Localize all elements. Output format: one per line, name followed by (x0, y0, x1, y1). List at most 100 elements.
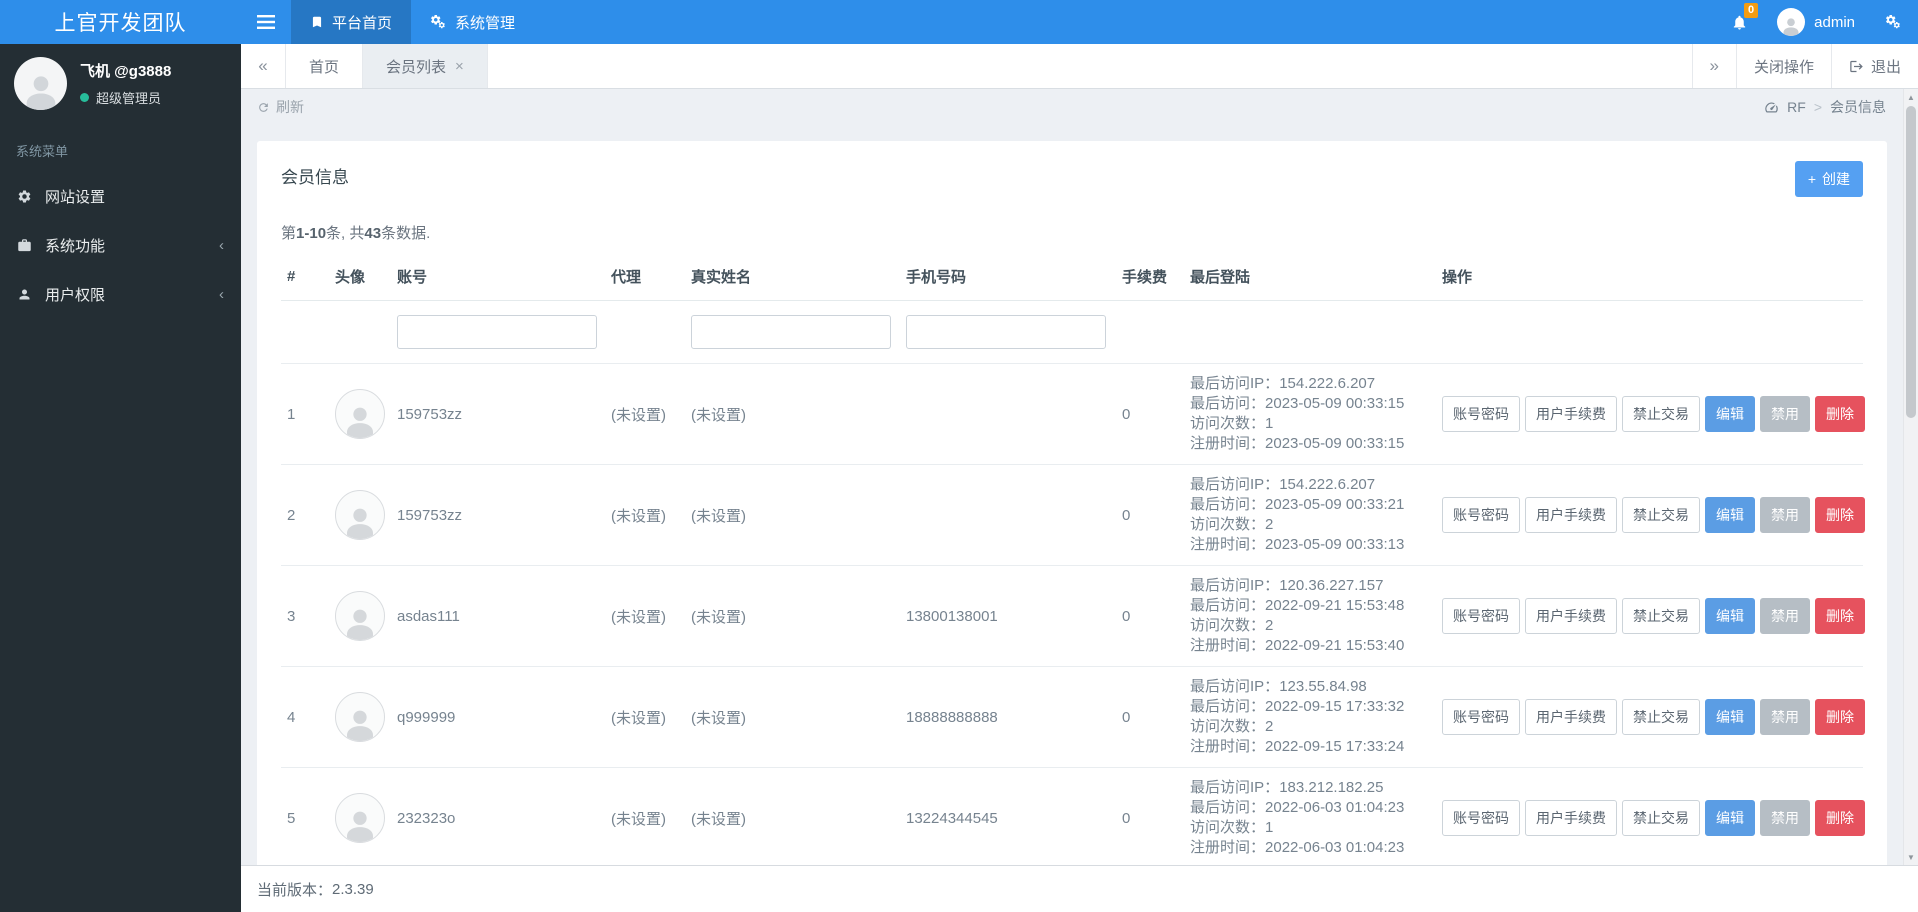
user-fee-button[interactable]: 用户手续费 (1525, 497, 1617, 533)
version-label: 当前版本： (257, 881, 333, 899)
account-password-button[interactable]: 账号密码 (1442, 598, 1520, 634)
sidebar-section-label: 系统菜单 (16, 144, 69, 159)
gears-icon (431, 14, 445, 28)
notification-badge: 0 (1744, 3, 1759, 18)
edit-button[interactable]: 编辑 (1705, 396, 1755, 432)
sidebar-toggle-button[interactable] (241, 0, 291, 44)
table-row: 5 232323o (未设置) (未设置) 13224344545 0 最后访问… (281, 767, 1865, 865)
forbid-trade-button[interactable]: 禁止交易 (1622, 699, 1700, 735)
last-visit-value: 2022-06-03 01:04:23 (1265, 799, 1405, 816)
vertical-scrollbar[interactable]: ▲ ▼ (1903, 89, 1918, 865)
last-visit-value: 2022-09-15 17:33:32 (1265, 698, 1405, 715)
realname-value: (未设置) (691, 810, 746, 828)
account-password-button[interactable]: 账号密码 (1442, 497, 1520, 533)
dashboard-icon (1764, 100, 1779, 115)
sidebar-item-label: 网站设置 (45, 189, 106, 206)
realname-value: (未设置) (691, 406, 746, 424)
brand-logo: 上官开发团队 (54, 12, 187, 35)
registered-value: 2022-09-15 17:33:24 (1265, 738, 1405, 755)
member-table: # 头像 账号 代理 真实姓名 手机号码 手续费 最后登陆 操作 1 15975… (281, 253, 1865, 865)
nav-item-platform-home[interactable]: 平台首页 (291, 0, 412, 44)
edit-button[interactable]: 编辑 (1705, 598, 1755, 634)
forbid-trade-button[interactable]: 禁止交易 (1622, 497, 1700, 533)
forbid-trade-button[interactable]: 禁止交易 (1622, 800, 1700, 836)
sidebar-item-label: 系统功能 (45, 238, 106, 255)
filter-row (281, 300, 1863, 364)
scroll-down-arrow-icon[interactable]: ▼ (1904, 850, 1918, 864)
delete-button[interactable]: 删除 (1815, 699, 1865, 735)
breadcrumb-home[interactable]: RF (1787, 99, 1806, 115)
hamburger-icon (257, 15, 275, 29)
delete-button[interactable]: 删除 (1815, 497, 1865, 533)
sidebar-item-system-functions[interactable]: 系统功能 ‹ (0, 221, 241, 270)
disable-button[interactable]: 禁用 (1760, 598, 1810, 634)
user-fee-button[interactable]: 用户手续费 (1525, 396, 1617, 432)
registered-value: 2023-05-09 00:33:15 (1265, 435, 1405, 452)
edit-button[interactable]: 编辑 (1705, 699, 1755, 735)
close-icon[interactable]: × (455, 58, 464, 75)
logout-button[interactable]: 退出 (1830, 44, 1918, 88)
visits-value: 1 (1265, 819, 1274, 836)
tab-home[interactable]: 首页 (286, 44, 364, 88)
disable-button[interactable]: 禁用 (1760, 699, 1810, 735)
nav-item-system-management[interactable]: 系统管理 (411, 0, 534, 44)
table-row: 2 159753zz (未设置) (未设置) 0 最后访问IP：154.222.… (281, 464, 1865, 566)
agent-value: (未设置) (611, 608, 666, 626)
tabs-scroll-right-button[interactable]: » (1691, 44, 1736, 88)
agent-value: (未设置) (611, 507, 666, 525)
last-visit-value: 2023-05-09 00:33:15 (1265, 395, 1405, 412)
sidebar-item-user-permissions[interactable]: 用户权限 ‹ (0, 270, 241, 319)
account-filter-input[interactable] (397, 315, 597, 349)
close-operations-button[interactable]: 关闭操作 (1735, 44, 1831, 88)
fee-value: 0 (1122, 405, 1131, 423)
create-button[interactable]: + 创建 (1794, 161, 1863, 197)
disable-button[interactable]: 禁用 (1760, 396, 1810, 432)
forbid-trade-button[interactable]: 禁止交易 (1622, 598, 1700, 634)
realname-filter-input[interactable] (691, 315, 891, 349)
table-row: 4 q999999 (未设置) (未设置) 18888888888 0 最后访问… (281, 666, 1865, 768)
close-operations-label: 关闭操作 (1753, 58, 1814, 76)
delete-button[interactable]: 删除 (1815, 598, 1865, 634)
edit-button[interactable]: 编辑 (1705, 800, 1755, 836)
sidebar-user-name: 飞机 @g3888 (80, 63, 172, 80)
refresh-label: 刷新 (276, 99, 304, 115)
sidebar-item-site-settings[interactable]: 网站设置 (0, 172, 241, 221)
last-login-cell: 最后访问IP：154.222.6.207 最后访问：2023-05-09 00:… (1184, 363, 1436, 465)
col-last-login: 最后登陆 (1184, 253, 1436, 301)
tabs-scroll-left-button[interactable]: « (241, 44, 286, 88)
row-index: 4 (287, 708, 296, 726)
edit-button[interactable]: 编辑 (1705, 497, 1755, 533)
logout-icon (1849, 59, 1864, 74)
scroll-up-arrow-icon[interactable]: ▲ (1904, 90, 1918, 104)
user-menu[interactable]: admin (1763, 0, 1869, 44)
account-value: 159753zz (397, 405, 463, 423)
user-fee-button[interactable]: 用户手续费 (1525, 699, 1617, 735)
breadcrumb-separator: > (1813, 99, 1822, 115)
scrollbar-thumb[interactable] (1906, 106, 1916, 418)
refresh-button[interactable]: 刷新 (257, 97, 304, 117)
tab-member-list[interactable]: 会员列表 × (363, 44, 488, 88)
page-tabstrip: « 首页 会员列表 × » 关闭操作 退出 (241, 44, 1918, 89)
breadcrumb-current: 会员信息 (1830, 99, 1886, 115)
disable-button[interactable]: 禁用 (1760, 800, 1810, 836)
phone-filter-input[interactable] (906, 315, 1106, 349)
delete-button[interactable]: 删除 (1815, 800, 1865, 836)
notifications-button[interactable]: 0 (1716, 0, 1763, 44)
nav-item-label: 平台首页 (332, 14, 393, 32)
registered-value: 2022-09-21 15:53:40 (1265, 637, 1405, 654)
user-fee-button[interactable]: 用户手续费 (1525, 598, 1617, 634)
last-ip-value: 123.55.84.98 (1279, 678, 1367, 695)
user-fee-button[interactable]: 用户手续费 (1525, 800, 1617, 836)
disable-button[interactable]: 禁用 (1760, 497, 1810, 533)
forbid-trade-button[interactable]: 禁止交易 (1622, 396, 1700, 432)
account-value: q999999 (397, 708, 456, 726)
last-ip-value: 183.212.182.25 (1279, 779, 1384, 796)
delete-button[interactable]: 删除 (1815, 396, 1865, 432)
registered-value: 2023-05-09 00:33:13 (1265, 536, 1405, 553)
account-password-button[interactable]: 账号密码 (1442, 396, 1520, 432)
account-password-button[interactable]: 账号密码 (1442, 699, 1520, 735)
settings-button[interactable] (1869, 0, 1918, 44)
account-password-button[interactable]: 账号密码 (1442, 800, 1520, 836)
visits-value: 2 (1265, 617, 1274, 634)
agent-value: (未设置) (611, 406, 666, 424)
